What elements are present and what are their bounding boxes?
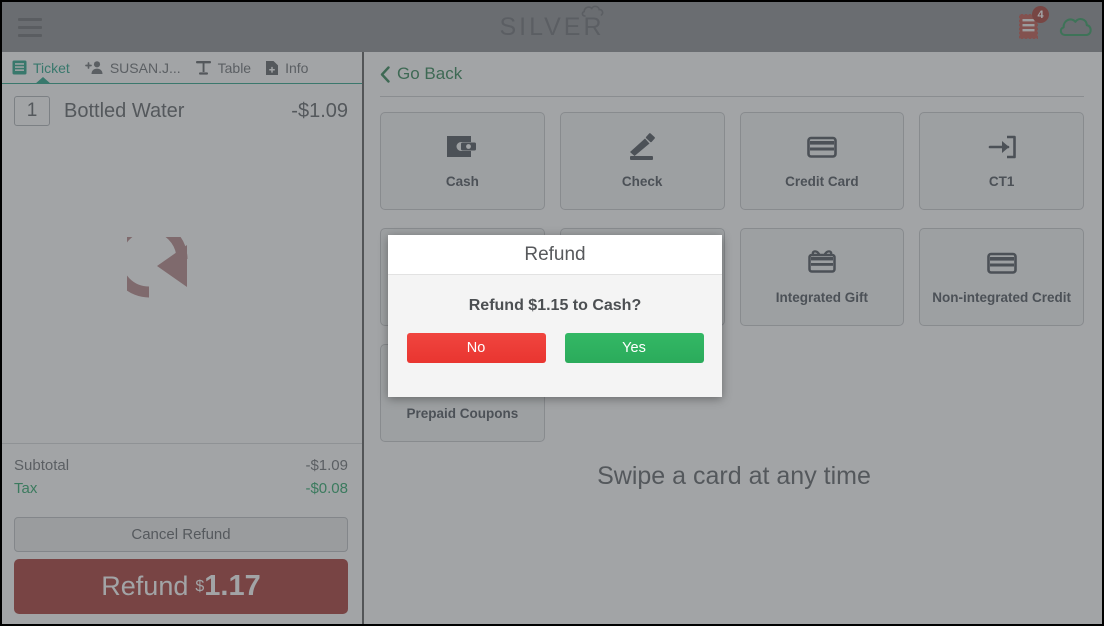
dialog-title: Refund xyxy=(524,243,586,265)
no-button[interactable]: No xyxy=(406,333,546,363)
dialog-actions: No Yes xyxy=(406,333,704,363)
refund-confirmation-dialog: Refund Refund $1.15 to Cash? No Yes xyxy=(388,235,722,397)
yes-button[interactable]: Yes xyxy=(564,333,704,363)
dialog-body: Refund $1.15 to Cash? No Yes xyxy=(388,275,722,397)
dialog-title-bar: Refund xyxy=(388,235,722,275)
dialog-message: Refund $1.15 to Cash? xyxy=(468,297,642,314)
pos-application-window: SILVER xyxy=(0,0,1104,626)
